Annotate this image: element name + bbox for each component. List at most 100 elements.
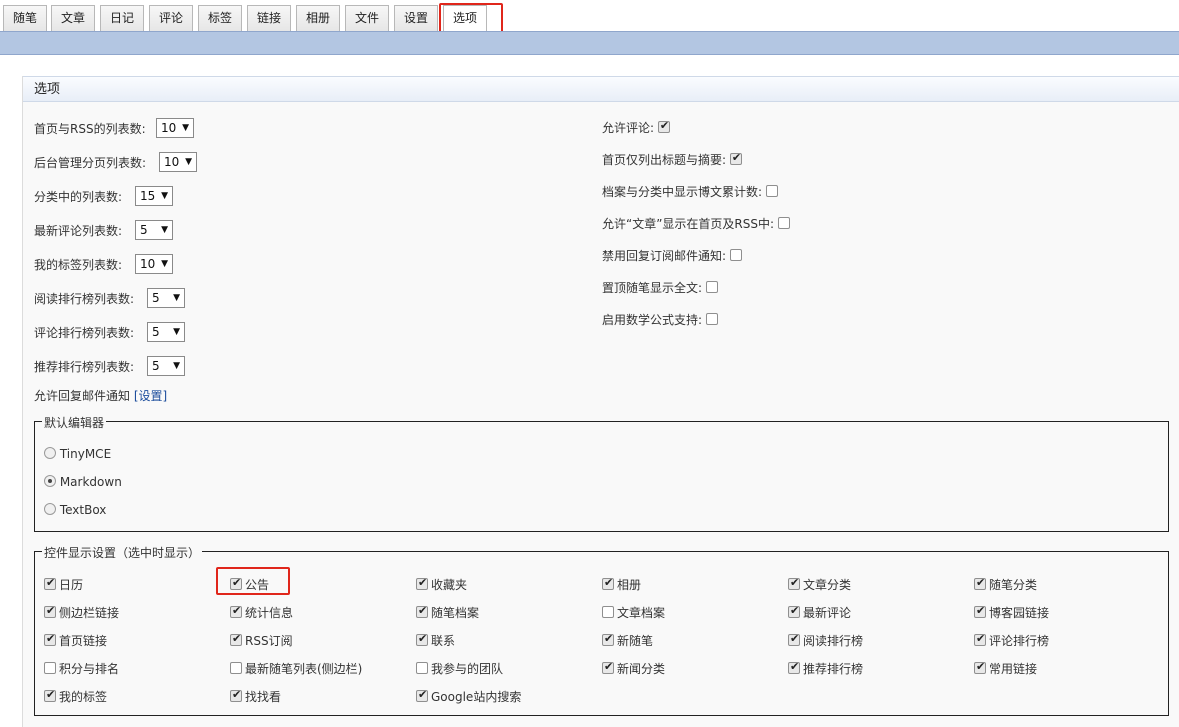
select-value: 10	[140, 257, 156, 271]
math-support-checkbox[interactable]	[705, 313, 718, 325]
latest-comments-count-select[interactable]: 5 ▼	[135, 220, 173, 240]
widget-option[interactable]: 侧边栏链接	[44, 604, 119, 621]
tab-diary[interactable]: 日记	[100, 5, 144, 31]
widget-option[interactable]: 新随笔	[602, 632, 653, 649]
tab-comments[interactable]: 评论	[149, 5, 193, 31]
widget-option[interactable]: 日历	[44, 576, 83, 593]
widget-checkbox[interactable]	[230, 632, 242, 646]
widget-option[interactable]: 我的标签	[44, 688, 107, 705]
tab-links[interactable]: 链接	[247, 5, 291, 31]
widget-checkbox[interactable]	[44, 604, 56, 618]
articles-on-home-row: 允许“文章”显示在首页及RSS中:	[602, 215, 790, 232]
widget-checkbox[interactable]	[788, 632, 800, 646]
section-title: 选项	[23, 76, 1179, 102]
widget-option[interactable]: 评论排行榜	[974, 632, 1049, 649]
widget-option[interactable]: 文章档案	[602, 604, 665, 621]
widget-option[interactable]: RSS订阅	[230, 632, 293, 649]
widget-checkbox[interactable]	[602, 660, 614, 674]
widget-option[interactable]: 收藏夹	[416, 576, 467, 593]
widget-checkbox[interactable]	[788, 576, 800, 590]
widget-checkbox[interactable]	[602, 632, 614, 646]
category-count-select[interactable]: 15 ▼	[135, 186, 173, 206]
widget-checkbox[interactable]	[602, 606, 614, 618]
widget-option[interactable]: 最新评论	[788, 604, 851, 621]
option-read-rank-count-label: 阅读排行榜列表数:	[34, 292, 135, 306]
widget-checkbox[interactable]	[416, 604, 428, 618]
editor-tinymce-radio[interactable]	[44, 447, 56, 459]
allow-comments-checkbox[interactable]	[657, 119, 670, 133]
widget-option[interactable]: 最新随笔列表(侧边栏)	[230, 660, 362, 677]
widget-option[interactable]: 博客园链接	[974, 604, 1049, 621]
widget-option[interactable]: 找找看	[230, 688, 281, 705]
widget-option[interactable]: 阅读排行榜	[788, 632, 863, 649]
dropdown-arrow-icon: ▼	[161, 259, 168, 269]
widget-label: Google站内搜索	[431, 690, 522, 704]
widget-option[interactable]: 首页链接	[44, 632, 107, 649]
widget-checkbox[interactable]	[44, 662, 56, 674]
tab-albums[interactable]: 相册	[296, 5, 340, 31]
widget-option[interactable]: 新闻分类	[602, 660, 665, 677]
widget-option[interactable]: 我参与的团队	[416, 660, 503, 677]
tab-posts[interactable]: 随笔	[3, 5, 47, 31]
widget-checkbox[interactable]	[788, 604, 800, 618]
editor-option-textbox[interactable]: TextBox	[44, 503, 106, 517]
widget-label: 博客园链接	[989, 606, 1050, 620]
my-tags-count-select[interactable]: 10 ▼	[135, 254, 173, 274]
home-summary-checkbox[interactable]	[729, 151, 742, 165]
recommend-rank-count-select[interactable]: 5 ▼	[147, 356, 185, 376]
read-rank-count-select[interactable]: 5 ▼	[147, 288, 185, 308]
tab-tags[interactable]: 标签	[198, 5, 242, 31]
widget-checkbox[interactable]	[44, 576, 56, 590]
widget-option[interactable]: 公告	[230, 576, 269, 593]
archive-count-checkbox[interactable]	[765, 185, 778, 197]
widget-checkbox[interactable]	[602, 576, 614, 590]
widget-option[interactable]: 联系	[416, 632, 455, 649]
widget-checkbox[interactable]	[230, 576, 242, 590]
editor-option-tinymce[interactable]: TinyMCE	[44, 447, 111, 461]
widget-checkbox[interactable]	[788, 660, 800, 674]
home-rss-count-select[interactable]: 10 ▼	[156, 118, 194, 138]
widget-checkbox[interactable]	[416, 576, 428, 590]
editor-textbox-label: TextBox	[59, 503, 107, 517]
widget-checkbox[interactable]	[44, 632, 56, 646]
mail-notify-settings-link[interactable]: [设置]	[134, 389, 167, 403]
widget-checkbox[interactable]	[44, 688, 56, 702]
select-value: 5	[152, 359, 160, 373]
widget-checkbox[interactable]	[416, 688, 428, 702]
editor-textbox-radio[interactable]	[44, 503, 56, 515]
widget-option[interactable]: Google站内搜索	[416, 688, 521, 705]
widget-option[interactable]: 常用链接	[974, 660, 1037, 677]
widget-checkbox[interactable]	[416, 632, 428, 646]
option-category-count-label: 分类中的列表数:	[34, 190, 123, 204]
widget-label: 最新评论	[803, 606, 852, 620]
comment-rank-count-select[interactable]: 5 ▼	[147, 322, 185, 342]
widget-option[interactable]: 统计信息	[230, 604, 293, 621]
widget-option[interactable]: 随笔档案	[416, 604, 479, 621]
widget-checkbox[interactable]	[230, 604, 242, 618]
disable-reply-mail-checkbox[interactable]	[729, 249, 742, 261]
widget-checkbox[interactable]	[974, 576, 986, 590]
widget-option[interactable]: 积分与排名	[44, 660, 119, 677]
options-panel: 选项 首页与RSS的列表数: 10 ▼ 后台管理分页列表数: 10 ▼ 分类中的列表…	[22, 76, 1179, 727]
widget-checkbox[interactable]	[974, 604, 986, 618]
widget-checkbox[interactable]	[230, 688, 242, 702]
widget-checkbox[interactable]	[416, 662, 428, 674]
widget-option[interactable]: 文章分类	[788, 576, 851, 593]
widget-option[interactable]: 相册	[602, 576, 641, 593]
widget-checkbox[interactable]	[230, 662, 242, 674]
editor-markdown-radio[interactable]	[44, 475, 56, 487]
widget-option[interactable]: 随笔分类	[974, 576, 1037, 593]
tab-articles[interactable]: 文章	[51, 5, 95, 31]
widget-checkbox[interactable]	[974, 660, 986, 674]
widget-checkbox[interactable]	[974, 632, 986, 646]
tab-files[interactable]: 文件	[345, 5, 389, 31]
articles-on-home-checkbox[interactable]	[777, 217, 790, 229]
admin-page-count-select[interactable]: 10 ▼	[159, 152, 197, 172]
tab-options[interactable]: 选项	[443, 5, 487, 31]
tab-settings[interactable]: 设置	[394, 5, 438, 31]
disable-reply-mail-row: 禁用回复订阅邮件通知:	[602, 247, 742, 264]
widget-label: 常用链接	[989, 662, 1038, 676]
pinned-full-text-checkbox[interactable]	[705, 281, 718, 293]
widget-option[interactable]: 推荐排行榜	[788, 660, 863, 677]
editor-option-markdown[interactable]: Markdown	[44, 475, 122, 489]
